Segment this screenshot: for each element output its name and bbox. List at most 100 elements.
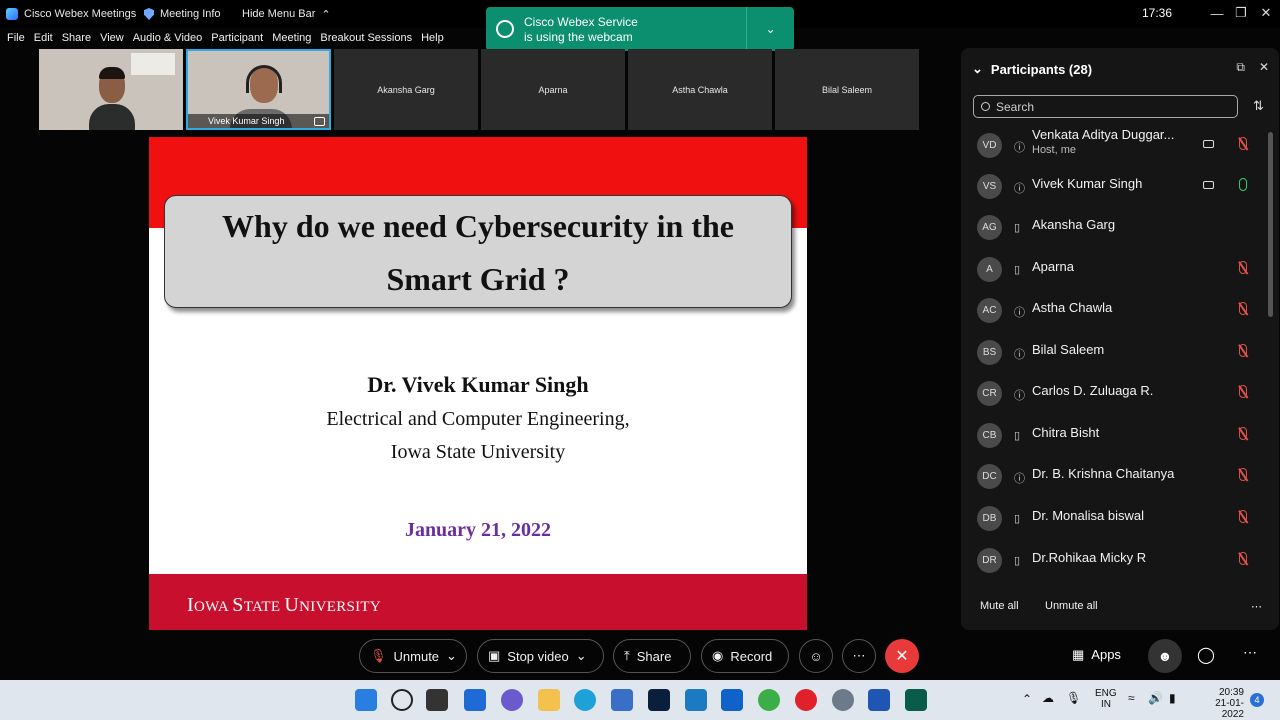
participant-row[interactable]: CB ▯ Chitra Bisht [961,417,1261,457]
mic-muted-icon[interactable] [1239,385,1247,398]
battery-icon[interactable]: ▮ [1169,691,1176,705]
sort-icon[interactable]: ⇅ [1253,98,1264,114]
record-button[interactable]: ◉ Record [701,639,789,673]
stop-video-button[interactable]: ▣ Stop video ⌄ [477,639,604,673]
participant-row[interactable]: AC ⓘ Astha Chawla [961,292,1261,332]
widgets-icon[interactable] [464,689,486,711]
unmute-button[interactable]: 🎙 Unmute ⌄ [359,639,467,673]
file-explorer-icon[interactable] [538,689,560,711]
apps-button[interactable]: ▦ Apps [1072,647,1121,663]
participant-row[interactable]: DR ▯ Dr.Rohikaa Micky R [961,542,1261,582]
video-icon[interactable] [1203,140,1214,148]
chrome-icon[interactable] [758,689,780,711]
participant-row[interactable]: BS ⓘ Bilal Saleem [961,334,1261,374]
minimize-icon[interactable]: — [1204,3,1230,23]
webcam-notification[interactable]: Cisco Webex Service is using the webcam … [486,7,794,51]
participant-row[interactable]: CR ⓘ Carlos D. Zuluaga R. [961,375,1261,415]
more-button[interactable]: ⋯ [842,639,876,673]
chevron-down-icon[interactable]: ⌄ [446,648,457,664]
notification-badge[interactable]: 4 [1250,693,1264,707]
menu-help[interactable]: Help [421,28,444,48]
wifi-icon[interactable]: ≈ [1128,691,1135,705]
teams-chat-icon[interactable] [501,689,523,711]
mic-muted-icon[interactable] [1239,552,1247,565]
photoshop-icon[interactable] [648,689,670,711]
menu-meeting[interactable]: Meeting [272,28,311,48]
mic-muted-icon[interactable] [1239,427,1247,440]
participant-row[interactable]: DB ▯ Dr. Monalisa biswal [961,500,1261,540]
participant-row[interactable]: VS ⓘ Vivek Kumar Singh [961,168,1261,208]
dropbox-icon[interactable] [721,689,743,711]
video-icon[interactable] [1203,181,1214,189]
avatar: DB [977,506,1002,531]
opera-icon[interactable] [795,689,817,711]
mail-icon[interactable] [685,689,707,711]
restore-icon[interactable]: ❐ [1228,3,1254,23]
close-panel-icon[interactable]: ✕ [1259,60,1269,75]
video-tile[interactable]: Aparna [481,49,625,130]
start-icon[interactable] [355,689,377,711]
close-icon[interactable]: ✕ [1253,3,1279,23]
volume-icon[interactable]: 🔊 [1148,691,1163,705]
webex-taskbar-icon[interactable] [905,689,927,711]
participants-header[interactable]: ⌄ Participants (28) [972,61,1092,77]
language-indicator[interactable]: ENG IN [1095,688,1117,710]
self-video-tile[interactable] [39,49,183,130]
search-icon[interactable] [391,689,413,711]
mic-icon[interactable]: 🎙 [1066,691,1081,705]
chevron-down-icon[interactable]: ⌄ [972,61,983,77]
reactions-button[interactable]: ☺ [799,639,833,673]
menu-edit[interactable]: Edit [34,28,53,48]
headset-icon: ⓘ [1014,142,1025,154]
meeting-info-button[interactable]: Meeting Info [144,0,221,28]
video-tile[interactable]: Akansha Garg [334,49,478,130]
avatar: BS [977,340,1002,365]
share-icon [314,117,325,126]
task-view-icon[interactable] [426,689,448,711]
hide-menu-bar-button[interactable]: Hide Menu Bar ⌃ [242,0,331,28]
cloud-icon[interactable]: ☁ [1042,691,1054,705]
mic-muted-icon[interactable] [1239,137,1247,150]
settings-icon[interactable] [832,689,854,711]
mic-muted-icon[interactable] [1239,510,1247,523]
mic-muted-icon[interactable] [1239,468,1247,481]
participant-row[interactable]: VD ⓘ Venkata Aditya Duggar... Host, me [961,127,1261,167]
video-tile[interactable]: Bilal Saleem [775,49,919,130]
word-icon[interactable] [868,689,890,711]
participants-scrollbar[interactable] [1268,132,1273,317]
more-options-icon[interactable]: ⋯ [1243,644,1257,661]
participants-toggle-button[interactable]: ☻ [1148,639,1182,673]
menu-view[interactable]: View [100,28,124,48]
mic-muted-icon[interactable] [1239,261,1247,274]
unmute-all-button[interactable]: Unmute all [1045,600,1098,612]
leave-meeting-button[interactable]: ✕ [885,639,919,673]
popout-icon[interactable]: ⧉ [1236,60,1245,75]
mic-on-icon[interactable] [1239,178,1247,191]
chat-icon[interactable]: ◯ [1197,645,1215,665]
more-options-icon[interactable]: ⋯ [1251,600,1262,613]
participant-row[interactable]: DC ⓘ Dr. B. Krishna Chaitanya [961,458,1261,498]
avatar: CR [977,381,1002,406]
menu-participant[interactable]: Participant [211,28,263,48]
app-title: Cisco Webex Meetings [6,0,136,28]
share-button[interactable]: ⤒ Share [613,639,691,673]
chevron-down-icon[interactable]: ⌄ [746,7,794,51]
menu-file[interactable]: File [7,28,25,48]
mic-muted-icon[interactable] [1239,302,1247,315]
chevron-down-icon[interactable]: ⌄ [576,648,587,664]
store-icon[interactable] [611,689,633,711]
participant-name: Aparna [1032,259,1074,274]
active-speaker-tile[interactable]: Vivek Kumar Singh [186,49,331,130]
taskbar-clock[interactable]: 20:39 21-01-2022 [1196,687,1244,720]
participant-row[interactable]: A ▯ Aparna [961,251,1261,291]
participant-row[interactable]: AG ▯ Akansha Garg [961,209,1261,249]
video-tile[interactable]: Astha Chawla [628,49,772,130]
mute-all-button[interactable]: Mute all [980,600,1019,612]
menu-audio-video[interactable]: Audio & Video [133,28,203,48]
menu-breakout-sessions[interactable]: Breakout Sessions [320,28,412,48]
mic-muted-icon[interactable] [1239,344,1247,357]
chevron-up-icon[interactable]: ⌃ [1022,692,1032,706]
participant-search-input[interactable]: Search [973,95,1238,118]
menu-share[interactable]: Share [62,28,91,48]
edge-icon[interactable] [574,689,596,711]
